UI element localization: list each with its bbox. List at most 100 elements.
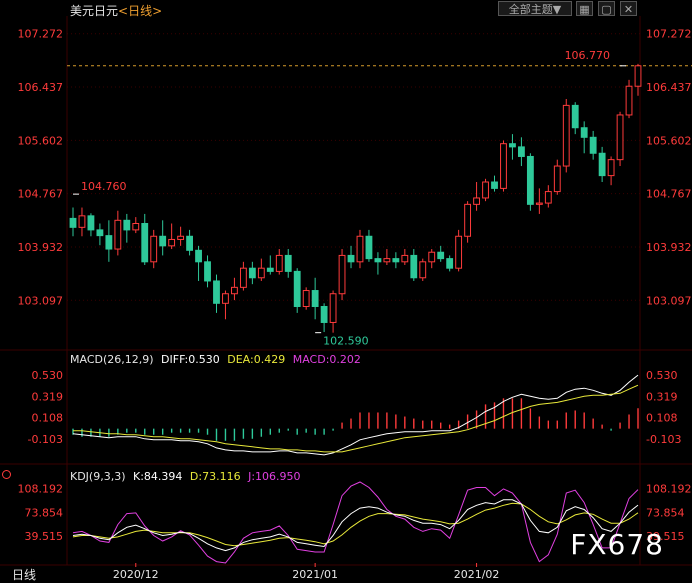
- x-tick-label: 2021/02: [454, 568, 500, 581]
- kdj-y-tick-left: 108.192: [18, 483, 64, 496]
- candle-body: [320, 306, 328, 323]
- candle-body: [266, 267, 274, 272]
- annotation-label: 102.590: [323, 335, 369, 348]
- candle-body: [168, 238, 176, 247]
- macd-y-tick-right: 0.530: [646, 369, 678, 382]
- candle-body: [132, 223, 140, 231]
- bottom-period-label[interactable]: 日线: [12, 566, 36, 583]
- candle-body: [123, 219, 131, 231]
- candle-body: [544, 191, 552, 204]
- grid-icon[interactable]: ▦: [576, 1, 593, 16]
- candle-body: [401, 254, 409, 263]
- candle-body: [383, 258, 391, 263]
- indicator-settings-icon[interactable]: [2, 470, 11, 479]
- candle-body: [365, 235, 373, 260]
- chart-title: 美元日元<日线>: [70, 2, 162, 19]
- kdj-d-line: [72, 502, 639, 547]
- kdj-y-tick-right: 73.854: [646, 506, 685, 519]
- candle-body: [509, 143, 516, 148]
- symbol-name: 美元日元: [70, 4, 119, 18]
- candle-body: [517, 146, 525, 157]
- x-tick-label: 2021/01: [292, 568, 338, 581]
- macd-dea-legend: DEA:0.429: [227, 353, 286, 366]
- y-tick-label-left: 105.602: [18, 134, 64, 147]
- candle-body: [634, 65, 642, 87]
- candle-body: [374, 258, 382, 263]
- candle-body: [231, 286, 238, 295]
- candle-body: [141, 223, 149, 263]
- candle-body: [293, 270, 301, 307]
- macd-diff-legend: DIFF:0.530: [161, 353, 220, 366]
- candle-body: [186, 235, 194, 251]
- candle-body: [437, 251, 445, 260]
- y-tick-label-right: 106.437: [646, 81, 692, 94]
- y-tick-label-right: 107.272: [646, 28, 692, 41]
- candle-body: [159, 235, 167, 247]
- candle-body: [257, 267, 265, 279]
- macd-y-tick-left: -0.103: [28, 433, 63, 446]
- candle-body: [580, 127, 588, 138]
- candle-body: [562, 104, 570, 167]
- candle-body: [302, 290, 310, 307]
- candle-body: [598, 152, 606, 177]
- candle-body: [625, 85, 633, 116]
- annotation-label: 104.760: [81, 180, 127, 193]
- candle-body: [526, 155, 534, 205]
- candle-body: [464, 203, 472, 237]
- candle-body: [428, 251, 436, 263]
- candle-body: [446, 258, 454, 269]
- candle-body: [213, 280, 220, 304]
- window-icon[interactable]: ▢: [598, 1, 615, 16]
- close-icon[interactable]: ✕: [620, 1, 637, 16]
- x-tick-label: 2020/12: [113, 568, 159, 581]
- macd-legend: MACD(26,12,9) DIFF:0.530 DEA:0.429 MACD:…: [70, 353, 365, 366]
- macd-value-legend: MACD:0.202: [292, 353, 361, 366]
- kdj-j-legend: J:106.950: [248, 470, 301, 483]
- candle-body: [455, 235, 463, 269]
- candle-body: [87, 215, 95, 231]
- y-tick-label-left: 106.437: [18, 81, 64, 94]
- kdj-legend: KDJ(9,3,3) K:84.394 D:73.116 J:106.950: [70, 470, 305, 483]
- kdj-k-legend: K:84.394: [133, 470, 183, 483]
- candle-body: [239, 267, 247, 288]
- candle-body: [500, 143, 507, 189]
- candle-body: [150, 235, 158, 263]
- macd-diff-line: [72, 374, 639, 456]
- theme-dropdown-button[interactable]: 全部主题▼: [498, 1, 572, 16]
- kdj-y-tick-right: 108.192: [646, 483, 692, 496]
- candle-body: [571, 104, 579, 129]
- y-tick-label-right: 105.602: [646, 134, 692, 147]
- candle-body: [482, 181, 489, 199]
- candle-body: [535, 202, 543, 205]
- annotation-label: 106.770: [565, 49, 611, 62]
- y-tick-label-left: 103.932: [18, 241, 64, 254]
- kdj-title: KDJ(9,3,3): [70, 470, 126, 483]
- macd-y-tick-left: 0.108: [32, 412, 64, 425]
- candle-body: [222, 293, 229, 304]
- y-tick-label-right: 103.932: [646, 241, 692, 254]
- candle-body: [392, 258, 400, 263]
- y-tick-label-right: 104.767: [646, 188, 692, 201]
- period-label[interactable]: <日线>: [118, 4, 162, 18]
- chart-canvas: 107.272 107.272 106.437 106.437 105.602 105.6…: [0, 16, 692, 581]
- candle-body: [607, 159, 615, 177]
- kdj-d-legend: D:73.116: [189, 470, 241, 483]
- kdj-y-tick-left: 73.854: [25, 506, 64, 519]
- macd-y-tick-left: 0.319: [32, 390, 64, 403]
- candle-body: [96, 229, 104, 237]
- candle-body: [473, 197, 480, 205]
- candle-body: [204, 261, 211, 282]
- candle-body: [248, 267, 256, 279]
- candle-body: [105, 235, 113, 250]
- candle-body: [284, 254, 292, 272]
- candle-body: [114, 219, 122, 250]
- candle-body: [347, 254, 355, 263]
- candle-body: [329, 293, 337, 323]
- candle-body: [616, 114, 624, 161]
- y-tick-label-left: 104.767: [18, 188, 64, 201]
- y-tick-label-left: 107.272: [18, 28, 64, 41]
- candle-body: [419, 261, 427, 279]
- candle-body: [491, 181, 498, 189]
- candle-body: [338, 254, 346, 295]
- candle-body: [553, 165, 561, 193]
